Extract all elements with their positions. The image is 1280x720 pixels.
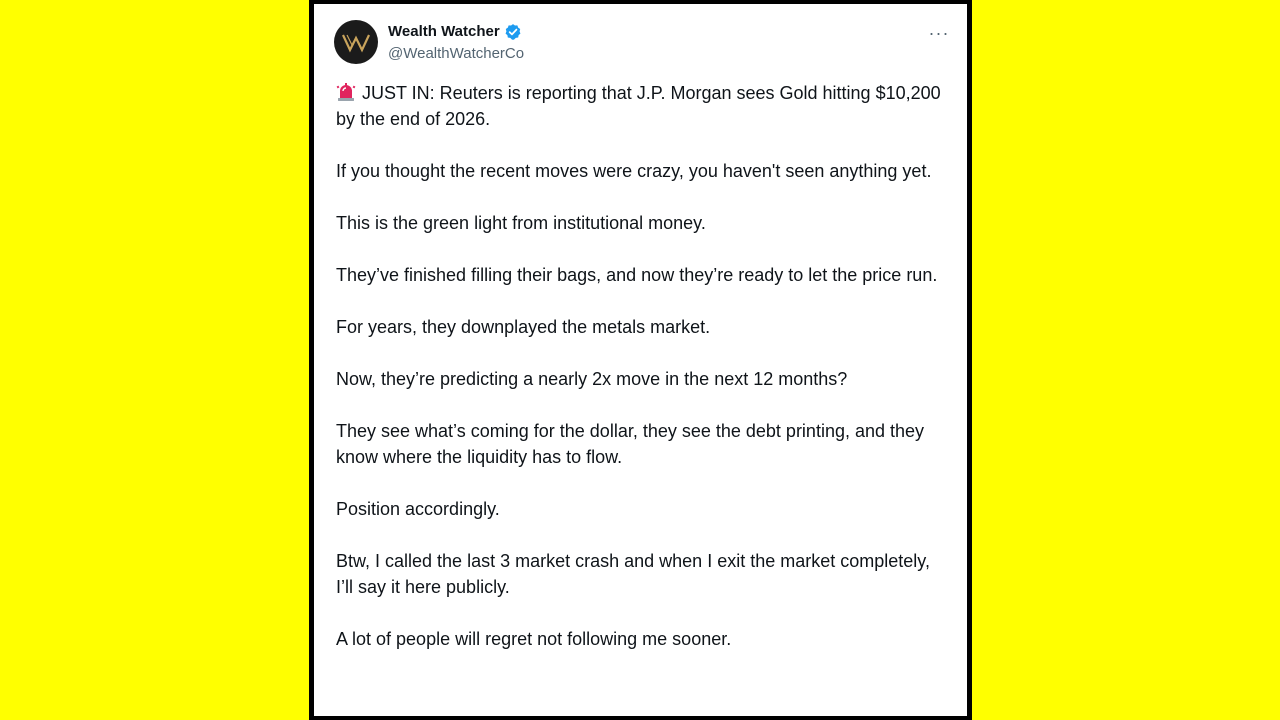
siren-icon <box>336 83 356 101</box>
verified-badge-icon <box>505 24 521 40</box>
more-options-icon[interactable]: ··· <box>924 18 954 48</box>
display-name[interactable]: Wealth Watcher <box>388 22 500 42</box>
tweet-paragraph-7: They see what’s coming for the dollar, t… <box>336 421 930 467</box>
tweet-paragraph-6: Now, they’re predicting a nearly 2x move… <box>336 369 848 389</box>
tweet-paragraph-9: Btw, I called the last 3 market crash an… <box>336 551 935 597</box>
avatar[interactable] <box>334 20 378 64</box>
tweet-paragraph-5: For years, they downplayed the metals ma… <box>336 317 711 337</box>
tweet-header: Wealth Watcher @WealthWatcherCo ··· <box>334 20 954 70</box>
name-row: Wealth Watcher <box>388 22 522 42</box>
yellow-background: Wealth Watcher @WealthWatcherCo ··· JUST… <box>0 0 1280 720</box>
tweet-paragraph-8: Position accordingly. <box>336 499 500 519</box>
user-handle[interactable]: @WealthWatcherCo <box>388 44 524 64</box>
tweet-card: Wealth Watcher @WealthWatcherCo ··· JUST… <box>314 4 967 716</box>
tweet-paragraph-2: If you thought the recent moves were cra… <box>336 161 932 181</box>
tweet-paragraph-1: JUST IN: Reuters is reporting that J.P. … <box>336 80 948 132</box>
tweet-paragraph-4: They’ve finished filling their bags, and… <box>336 265 938 285</box>
tweet-paragraph-1-text: JUST IN: Reuters is reporting that J.P. … <box>336 83 946 129</box>
tweet-paragraph-3: This is the green light from institution… <box>336 213 706 233</box>
tweet-text: JUST IN: Reuters is reporting that J.P. … <box>336 80 948 678</box>
tweet-paragraph-10: A lot of people will regret not followin… <box>336 629 732 649</box>
ww-logo-icon <box>342 34 370 53</box>
